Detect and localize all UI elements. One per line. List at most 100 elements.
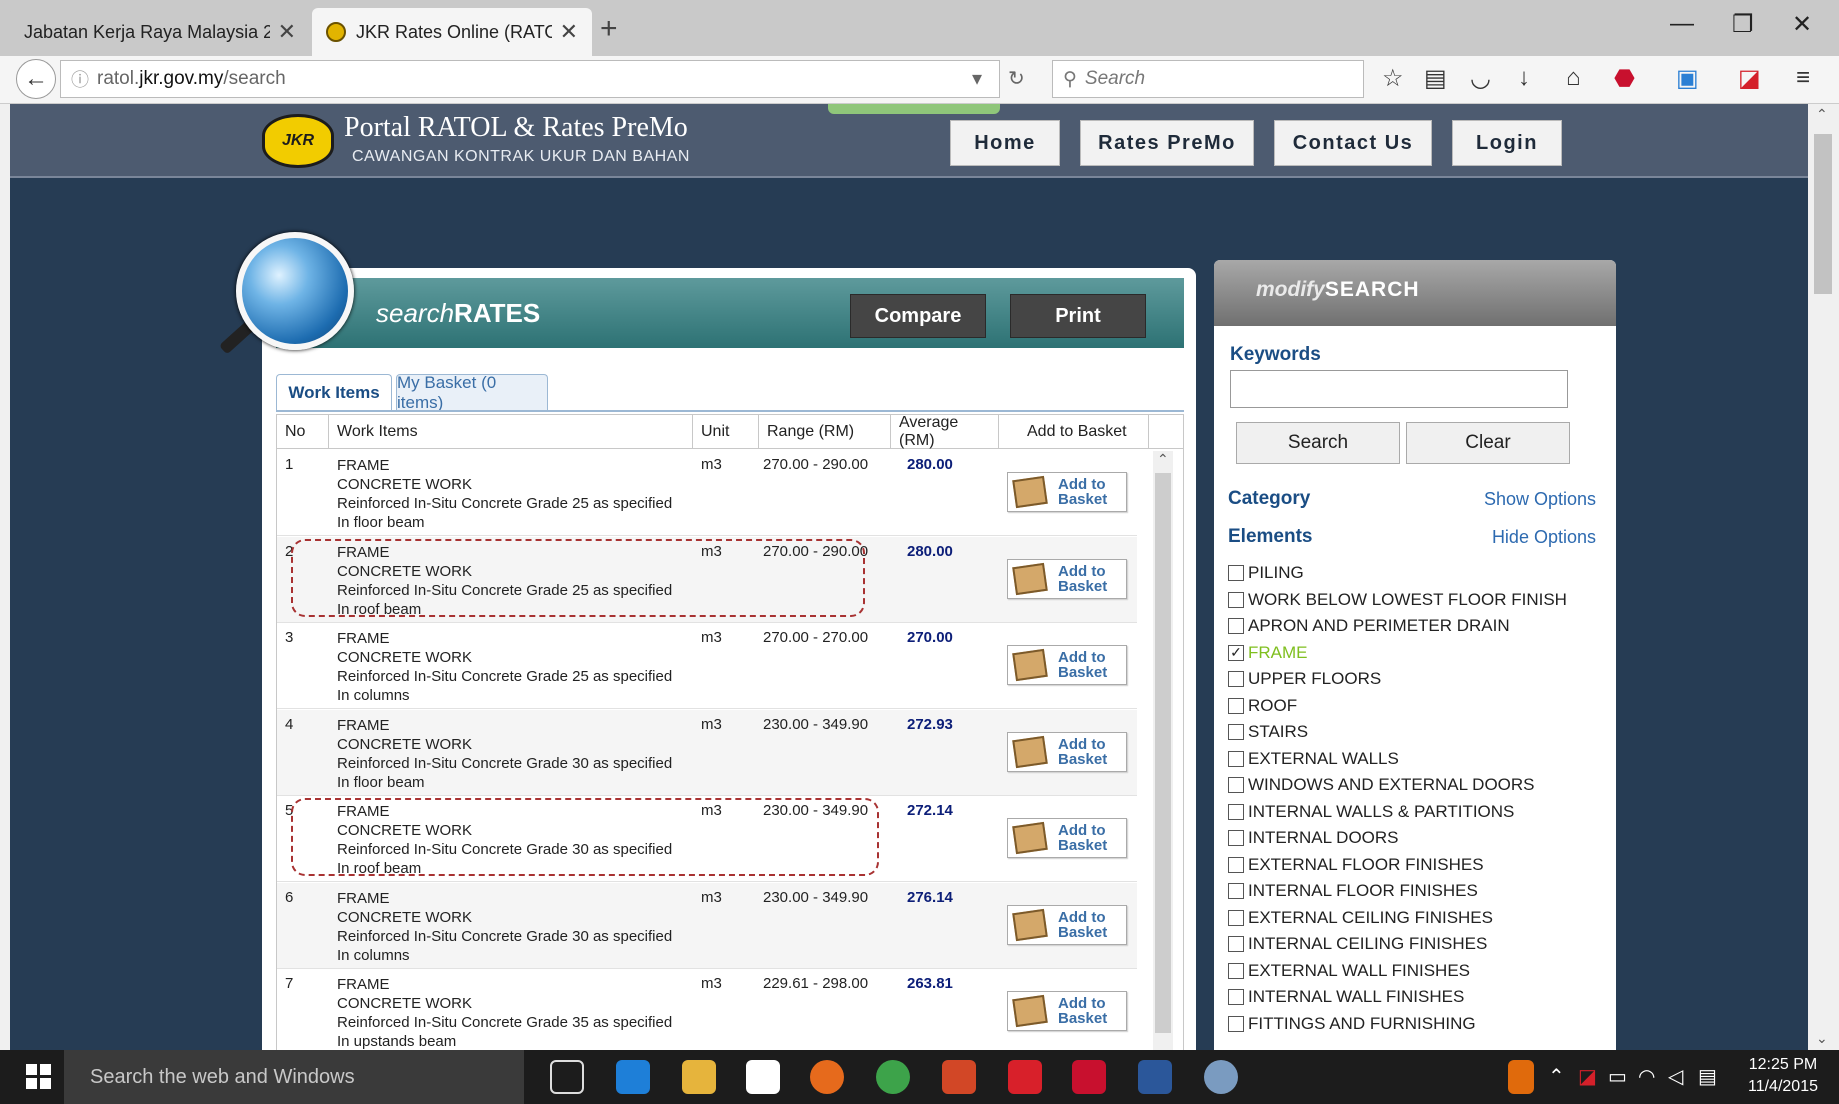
add-to-basket-button[interactable]: Add to Basket bbox=[1007, 645, 1127, 685]
element-checkbox[interactable] bbox=[1228, 697, 1244, 714]
reload-icon[interactable]: ↻ bbox=[1008, 66, 1025, 91]
nav-home-button[interactable]: Home bbox=[950, 120, 1060, 166]
add-to-basket-button[interactable]: Add to Basket bbox=[1007, 904, 1127, 945]
url-dropdown-icon[interactable]: ▾ bbox=[972, 66, 982, 91]
search-button[interactable]: Search bbox=[1236, 422, 1400, 464]
print-button[interactable]: Print bbox=[1010, 294, 1146, 338]
powerpoint-icon[interactable] bbox=[942, 1060, 976, 1094]
element-checkbox[interactable] bbox=[1228, 777, 1244, 794]
element-checkbox[interactable] bbox=[1228, 989, 1244, 1006]
minimize-icon[interactable]: — bbox=[1670, 10, 1694, 38]
reading-list-icon[interactable]: ▤ bbox=[1424, 64, 1447, 93]
element-checkbox[interactable] bbox=[1228, 909, 1244, 926]
extension-icon[interactable]: ▣ bbox=[1676, 64, 1699, 93]
store-icon[interactable] bbox=[746, 1060, 780, 1094]
clear-button[interactable]: Clear bbox=[1406, 422, 1570, 464]
page-scrollbar[interactable]: ⌃ ⌄ bbox=[1808, 104, 1839, 1050]
element-checkbox[interactable] bbox=[1228, 883, 1244, 900]
tab-close-icon[interactable]: ✕ bbox=[560, 19, 578, 45]
element-option[interactable]: INTERNAL FLOOR FINISHES bbox=[1228, 878, 1608, 905]
url-bar[interactable]: ⓘ ratol. jkr.gov.my/search bbox=[60, 60, 1000, 98]
new-tab-icon[interactable]: + bbox=[600, 12, 618, 46]
element-checkbox[interactable] bbox=[1228, 830, 1244, 847]
menu-icon[interactable]: ≡ bbox=[1796, 64, 1810, 92]
chrome-icon[interactable] bbox=[876, 1060, 910, 1094]
element-option[interactable]: STAIRS bbox=[1228, 719, 1608, 746]
nav-login-button[interactable]: Login bbox=[1452, 120, 1562, 166]
home-icon[interactable]: ⌂ bbox=[1566, 64, 1581, 92]
taskbar-search-input[interactable]: Search the web and Windows bbox=[64, 1050, 524, 1104]
table-scrollbar[interactable]: ⌃ bbox=[1153, 451, 1173, 1050]
element-option[interactable]: FITTINGS AND FURNISHING bbox=[1228, 1011, 1608, 1038]
element-checkbox[interactable]: ✓ bbox=[1228, 644, 1244, 661]
word-icon[interactable] bbox=[1138, 1060, 1172, 1094]
element-checkbox[interactable] bbox=[1228, 618, 1244, 635]
element-option[interactable]: INTERNAL DOORS bbox=[1228, 825, 1608, 852]
element-option[interactable]: WINDOWS AND EXTERNAL DOORS bbox=[1228, 772, 1608, 799]
add-to-basket-button[interactable]: Add to Basket bbox=[1007, 731, 1127, 772]
add-to-basket-button[interactable]: Add to Basket bbox=[1007, 818, 1127, 858]
bookmark-star-icon[interactable]: ☆ bbox=[1382, 64, 1404, 93]
element-checkbox[interactable] bbox=[1228, 750, 1244, 767]
element-option[interactable]: ROOF bbox=[1228, 693, 1608, 720]
element-checkbox[interactable] bbox=[1228, 724, 1244, 741]
scroll-thumb[interactable] bbox=[1155, 473, 1171, 1033]
keywords-input[interactable] bbox=[1230, 370, 1568, 408]
element-option[interactable]: INTERNAL WALLS & PARTITIONS bbox=[1228, 799, 1608, 826]
acrobat-reader-icon[interactable] bbox=[1072, 1060, 1106, 1094]
firefox-icon[interactable] bbox=[810, 1060, 844, 1094]
element-option[interactable]: UPPER FLOORS bbox=[1228, 666, 1608, 693]
add-to-basket-button[interactable]: Add to Basket bbox=[1007, 991, 1127, 1031]
element-checkbox[interactable] bbox=[1228, 936, 1244, 953]
element-option[interactable]: INTERNAL WALL FINISHES bbox=[1228, 984, 1608, 1011]
volume-icon[interactable]: ◁ bbox=[1668, 1064, 1683, 1089]
file-explorer-icon[interactable] bbox=[682, 1060, 716, 1094]
compare-button[interactable]: Compare bbox=[850, 294, 986, 338]
notification-warning-icon[interactable] bbox=[1508, 1060, 1534, 1094]
element-option[interactable]: EXTERNAL CEILING FINISHES bbox=[1228, 905, 1608, 932]
browser-tab-ratol[interactable]: JKR Rates Online (RATOL) ✕ bbox=[312, 8, 592, 56]
tab-my-basket[interactable]: My Basket (0 items) bbox=[396, 373, 548, 412]
element-checkbox[interactable] bbox=[1228, 856, 1244, 873]
acrobat-icon[interactable]: ◪ bbox=[1738, 64, 1761, 93]
tray-acrobat-icon[interactable]: ◪ bbox=[1578, 1064, 1597, 1089]
edge-icon[interactable] bbox=[616, 1060, 650, 1094]
adblock-icon[interactable]: ⬣ bbox=[1614, 64, 1635, 93]
element-checkbox[interactable] bbox=[1228, 1015, 1244, 1032]
clock-time[interactable]: 12:25 PM bbox=[1738, 1056, 1828, 1074]
site-info-icon[interactable]: ⓘ bbox=[71, 66, 89, 92]
add-to-basket-button[interactable]: Add to Basket bbox=[1007, 558, 1127, 599]
task-view-icon[interactable] bbox=[550, 1060, 584, 1094]
paint-icon[interactable] bbox=[1204, 1060, 1238, 1094]
restore-icon[interactable]: ❐ bbox=[1732, 10, 1754, 39]
wifi-icon[interactable]: ◠ bbox=[1638, 1064, 1655, 1089]
browser-tab-jkr[interactable]: Jabatan Kerja Raya Malaysia 20... ✕ bbox=[10, 8, 310, 56]
element-checkbox[interactable] bbox=[1228, 962, 1244, 979]
page-scroll-thumb[interactable] bbox=[1814, 134, 1832, 294]
element-option[interactable]: INTERNAL CEILING FINISHES bbox=[1228, 931, 1608, 958]
action-center-icon[interactable]: ▤ bbox=[1698, 1064, 1717, 1089]
tab-work-items[interactable]: Work Items bbox=[276, 374, 392, 410]
element-checkbox[interactable] bbox=[1228, 671, 1244, 688]
element-option[interactable]: WORK BELOW LOWEST FLOOR FINISH bbox=[1228, 587, 1608, 614]
nav-rates-premo-button[interactable]: Rates PreMo bbox=[1080, 120, 1254, 166]
element-option[interactable]: EXTERNAL WALLS bbox=[1228, 746, 1608, 773]
browser-search-input[interactable]: ⚲ Search bbox=[1052, 60, 1364, 98]
xmind-icon[interactable] bbox=[1008, 1060, 1042, 1094]
element-option[interactable]: ✓ FRAME bbox=[1228, 640, 1608, 667]
elements-hide-options-link[interactable]: Hide Options bbox=[1492, 527, 1596, 548]
close-window-icon[interactable]: ✕ bbox=[1792, 10, 1812, 39]
page-scroll-down-icon[interactable]: ⌄ bbox=[1816, 1030, 1828, 1047]
element-option[interactable]: EXTERNAL WALL FINISHES bbox=[1228, 958, 1608, 985]
category-show-options-link[interactable]: Show Options bbox=[1484, 489, 1596, 510]
download-icon[interactable]: ↓ bbox=[1518, 64, 1530, 92]
battery-icon[interactable]: ▭ bbox=[1608, 1064, 1627, 1089]
nav-contact-button[interactable]: Contact Us bbox=[1274, 120, 1432, 166]
back-icon[interactable]: ← bbox=[16, 59, 56, 99]
page-scroll-up-icon[interactable]: ⌃ bbox=[1816, 106, 1828, 123]
tray-chevron-icon[interactable]: ⌃ bbox=[1548, 1064, 1565, 1089]
jkr-logo[interactable]: JKR bbox=[262, 114, 334, 168]
add-to-basket-button[interactable]: Add to Basket bbox=[1007, 472, 1127, 512]
windows-start-icon[interactable] bbox=[26, 1064, 52, 1090]
pocket-icon[interactable]: ◡ bbox=[1470, 64, 1491, 93]
